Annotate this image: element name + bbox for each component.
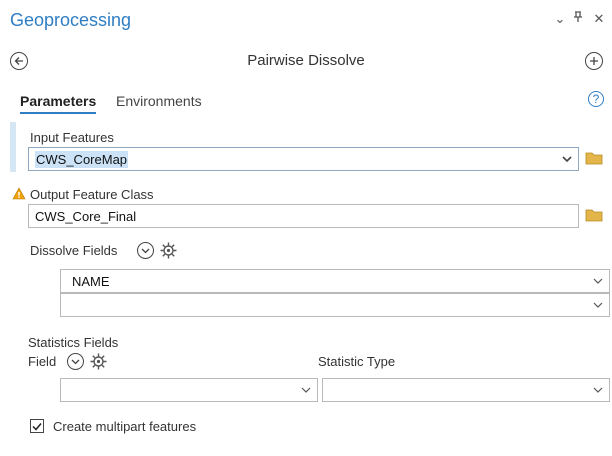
output-feature-class-browse-button[interactable]: [585, 208, 603, 227]
statistic-type-column-label: Statistic Type: [318, 354, 396, 369]
dissolve-fields-expand-button[interactable]: [137, 242, 154, 259]
checkmark-icon: [32, 422, 42, 431]
chevron-down-icon: [141, 248, 150, 253]
output-feature-class-field[interactable]: CWS_Core_Final: [28, 204, 579, 228]
close-icon[interactable]: ✕: [592, 11, 606, 27]
help-icon[interactable]: ?: [588, 91, 604, 107]
tool-title: Pairwise Dissolve: [247, 52, 365, 69]
input-features-value: CWS_CoreMap: [35, 150, 129, 168]
add-button[interactable]: [585, 52, 603, 70]
tab-parameters[interactable]: Parameters: [20, 93, 97, 114]
pin-icon[interactable]: [571, 11, 585, 26]
dissolve-field-select-1[interactable]: NAME: [60, 269, 610, 293]
statistics-fields-expand-button[interactable]: [67, 353, 84, 370]
output-feature-class-value: CWS_Core_Final: [35, 208, 137, 224]
dissolve-field-select-2[interactable]: [60, 293, 610, 317]
input-features-browse-button[interactable]: [585, 151, 603, 170]
gear-icon: [160, 242, 177, 259]
dissolve-fields-options-button[interactable]: [160, 242, 177, 264]
pane-title: Geoprocessing: [10, 10, 132, 30]
gear-icon: [90, 353, 107, 370]
statistics-field-column-label: Field: [28, 354, 57, 369]
chevron-down-icon: [593, 302, 603, 308]
chevron-down-icon: [301, 387, 311, 393]
chevron-down-icon: [71, 359, 80, 364]
statistics-field-select[interactable]: [60, 378, 318, 402]
statistics-fields-options-button[interactable]: [90, 353, 107, 375]
dissolve-field-value-1: NAME: [72, 273, 110, 289]
tab-environments[interactable]: Environments: [116, 93, 202, 109]
warning-icon: [12, 187, 26, 205]
active-parameter-indicator: [10, 122, 16, 172]
dissolve-fields-label: Dissolve Fields: [30, 243, 118, 258]
statistic-type-select[interactable]: [322, 378, 610, 402]
chevron-down-icon: [593, 278, 603, 284]
input-features-field[interactable]: CWS_CoreMap: [28, 147, 579, 171]
folder-icon: [585, 152, 603, 165]
create-multipart-checkbox[interactable]: [30, 419, 44, 433]
input-features-dropdown[interactable]: [557, 150, 577, 168]
pane-options-chevron-icon[interactable]: ⌄: [553, 11, 567, 27]
chevron-down-icon: [593, 387, 603, 393]
plus-icon: [590, 57, 598, 65]
folder-icon: [585, 209, 603, 222]
chevron-down-icon: [562, 156, 572, 162]
create-multipart-label[interactable]: Create multipart features: [53, 419, 196, 434]
output-feature-class-label: Output Feature Class: [30, 187, 154, 202]
input-features-label: Input Features: [30, 130, 114, 145]
statistics-fields-label: Statistics Fields: [28, 335, 119, 350]
